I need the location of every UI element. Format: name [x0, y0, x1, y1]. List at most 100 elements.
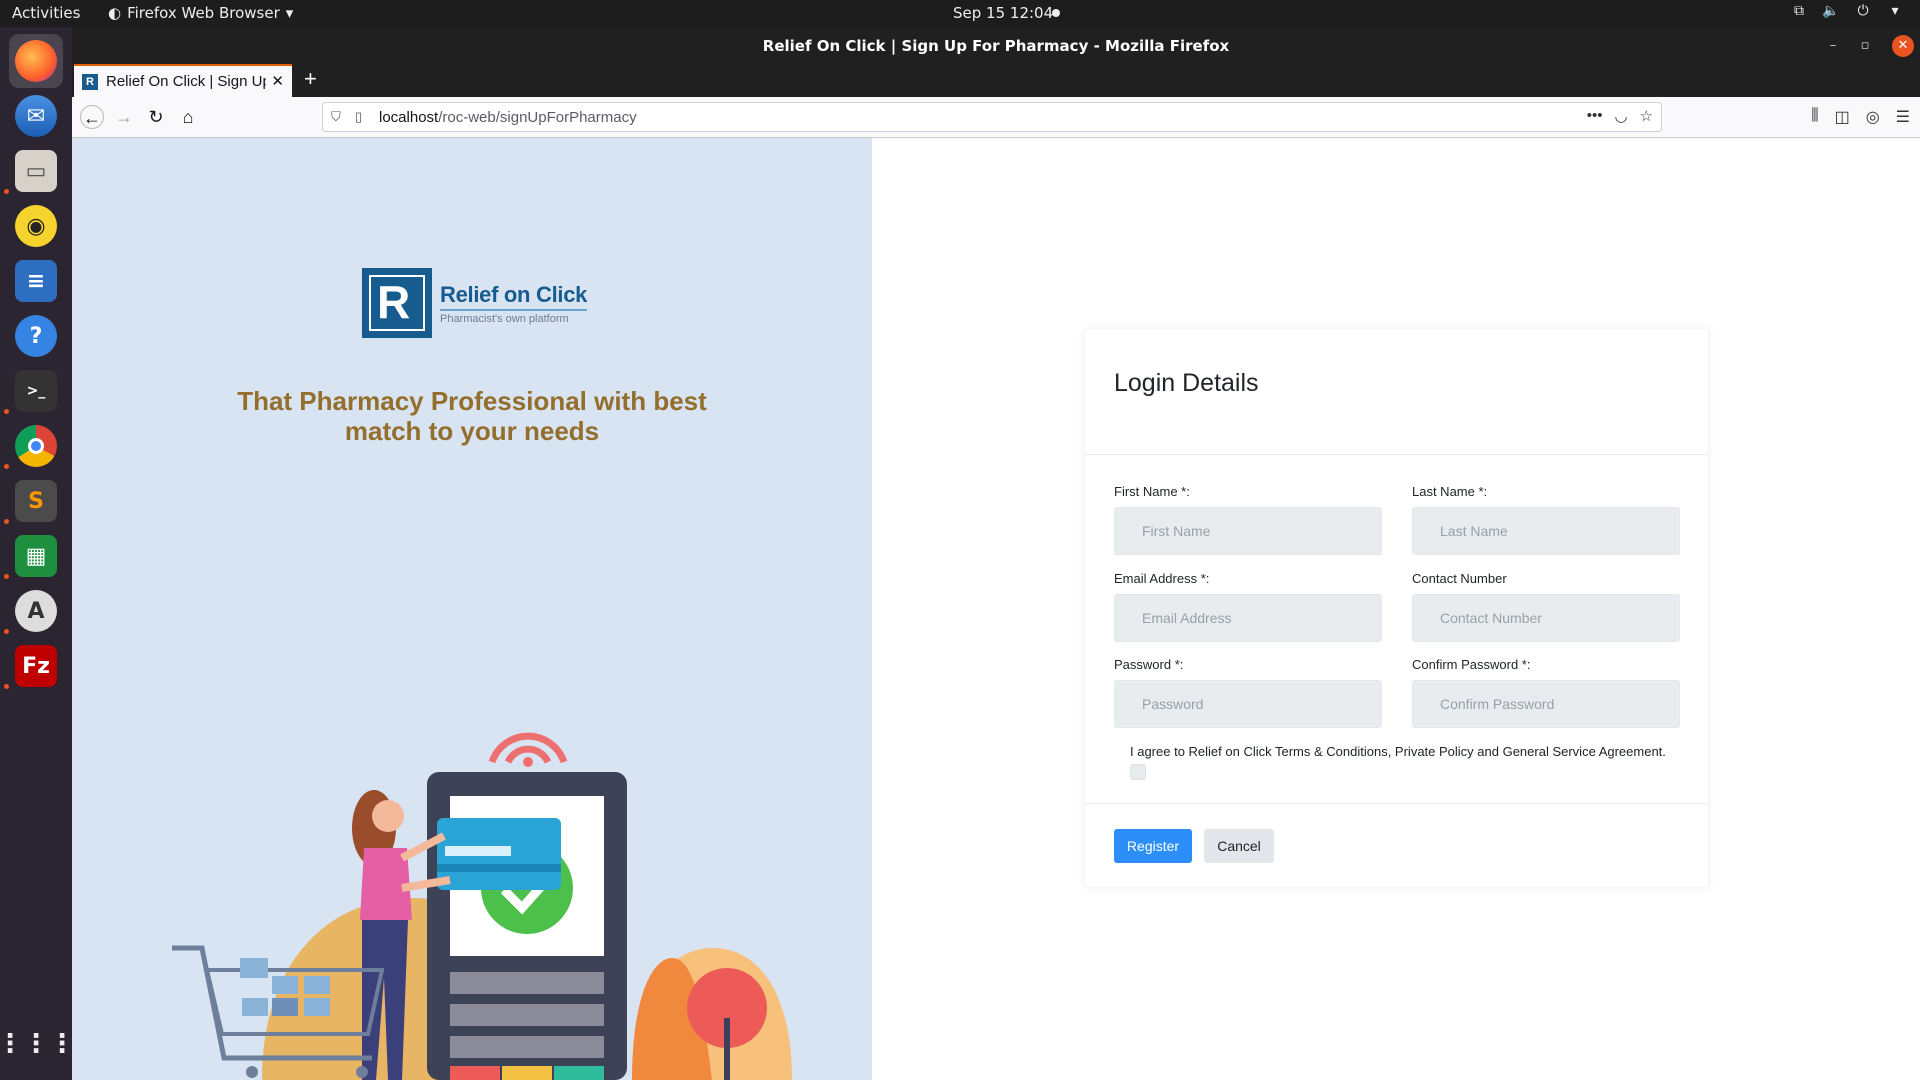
minimize-icon[interactable]: –: [1822, 35, 1844, 57]
window-title: Relief On Click | Sign Up For Pharmacy -…: [762, 37, 1230, 55]
gnome-top-bar: Activities ◐ Firefox Web Browser ▾ Sep 1…: [0, 0, 1920, 27]
dock-firefox[interactable]: [9, 34, 63, 88]
contact-input[interactable]: Contact Number: [1412, 594, 1680, 642]
system-tray[interactable]: ⧉ 🔈 ⏻ ▾: [1790, 3, 1904, 21]
dock-sublime[interactable]: S: [9, 474, 63, 528]
forward-icon[interactable]: →: [112, 105, 136, 129]
terminal-icon: >_: [15, 370, 57, 412]
activities-button[interactable]: Activities: [12, 4, 80, 22]
first-name-input[interactable]: First Name: [1114, 507, 1382, 555]
brand-logo: R Relief on Click Pharmacist's own platf…: [362, 268, 587, 338]
help-icon: ?: [15, 315, 57, 357]
notification-dot-icon: [1052, 9, 1060, 17]
reload-icon[interactable]: ↻: [144, 105, 168, 129]
network-icon: ⧉: [1794, 3, 1804, 19]
terms-text: I agree to Relief on Click Terms & Condi…: [1130, 744, 1666, 759]
back-icon[interactable]: ←: [80, 105, 104, 129]
last-name-group: Last Name *: Last Name: [1412, 484, 1680, 555]
url-text[interactable]: localhost/roc-web/signUpForPharmacy: [379, 109, 637, 126]
password-label: Password *:: [1114, 657, 1184, 672]
email-group: Email Address *: Email Address: [1114, 571, 1382, 642]
email-label: Email Address *:: [1114, 571, 1210, 586]
last-name-label: Last Name *:: [1412, 484, 1488, 499]
page-info-icon[interactable]: ▯: [355, 109, 362, 125]
rhythmbox-icon: ◉: [15, 205, 57, 247]
last-name-input[interactable]: Last Name: [1412, 507, 1680, 555]
close-window-icon[interactable]: ✕: [1892, 35, 1914, 57]
dock-calc[interactable]: ▦: [9, 529, 63, 583]
firefox-icon: [15, 40, 57, 82]
favicon-icon: R: [82, 73, 98, 90]
tab-active[interactable]: R Relief On Click | Sign Up For Pharmacy…: [74, 64, 292, 97]
new-tab-icon[interactable]: +: [304, 68, 317, 90]
url-host: localhost: [379, 109, 439, 126]
calc-icon: ▦: [15, 535, 57, 577]
page-content: R Relief on Click Pharmacist's own platf…: [72, 138, 1920, 1080]
app-menu[interactable]: ◐ Firefox Web Browser ▾: [108, 4, 293, 22]
dock-thunderbird[interactable]: ✉: [9, 89, 63, 143]
dock: ✉ ▭ ◉ ≡ ? >_ S ▦ A Fz ⋮⋮⋮: [0, 27, 75, 1080]
thunderbird-icon: ✉: [15, 95, 57, 137]
apps-grid-icon: ⋮⋮⋮: [0, 1029, 75, 1059]
chrome-icon: [15, 425, 57, 467]
hero-panel: R Relief on Click Pharmacist's own platf…: [72, 138, 872, 1080]
clock[interactable]: Sep 15 12:04: [953, 4, 1053, 22]
hero-tagline: That Pharmacy Professional with best mat…: [237, 386, 707, 446]
email-input[interactable]: Email Address: [1114, 594, 1382, 642]
form-heading: Login Details: [1114, 369, 1259, 397]
dock-rhythmbox[interactable]: ◉: [9, 199, 63, 253]
sidebar-icon[interactable]: ◫: [1835, 107, 1850, 127]
url-path: /roc-web/signUpForPharmacy: [438, 109, 637, 126]
dock-terminal[interactable]: >_: [9, 364, 63, 418]
more-actions-icon[interactable]: •••: [1587, 107, 1603, 125]
pocket-icon[interactable]: ◡: [1614, 107, 1627, 125]
dock-writer[interactable]: ≡: [9, 254, 63, 308]
logo-letter: R: [377, 276, 411, 328]
library-icon[interactable]: ⫼: [1811, 107, 1818, 127]
dock-files[interactable]: ▭: [9, 144, 63, 198]
writer-icon: ≡: [15, 260, 57, 302]
first-name-label: First Name *:: [1114, 484, 1190, 499]
account-icon[interactable]: ◎: [1866, 107, 1880, 127]
dock-help[interactable]: ?: [9, 309, 63, 363]
confirm-password-input[interactable]: Confirm Password: [1412, 680, 1680, 728]
dock-chrome[interactable]: [9, 419, 63, 473]
tab-bar: R Relief On Click | Sign Up For Pharmacy…: [72, 64, 1920, 97]
pharmacy-illustration: [172, 732, 792, 1080]
bookmark-star-icon[interactable]: ☆: [1640, 107, 1653, 125]
terms-checkbox[interactable]: [1130, 764, 1146, 780]
cancel-button[interactable]: Cancel: [1204, 829, 1274, 863]
brand-name: Relief on Click: [440, 282, 587, 311]
chevron-down-icon: ▾: [1891, 3, 1899, 19]
dock-software[interactable]: A: [9, 584, 63, 638]
contact-label: Contact Number: [1412, 571, 1507, 586]
firefox-small-icon: ◐: [108, 4, 122, 22]
menu-icon[interactable]: ☰: [1896, 107, 1910, 127]
dock-filezilla[interactable]: Fz: [9, 639, 63, 693]
first-name-group: First Name *: First Name: [1114, 484, 1382, 555]
dock-show-apps[interactable]: ⋮⋮⋮: [0, 1017, 75, 1071]
files-icon: ▭: [15, 150, 57, 192]
logo-mark-icon: R: [362, 268, 432, 338]
navigation-toolbar: ← → ↻ ⌂ ⛉ ▯ localhost/roc-web/signUpForP…: [72, 97, 1920, 138]
card-footer-divider: [1085, 803, 1708, 804]
password-input[interactable]: Password: [1114, 680, 1382, 728]
software-icon: A: [15, 590, 57, 632]
url-bar[interactable]: ⛉ ▯ localhost/roc-web/signUpForPharmacy …: [322, 102, 1662, 132]
home-icon[interactable]: ⌂: [176, 105, 200, 129]
brand-subtitle: Pharmacist's own platform: [440, 312, 569, 325]
signup-card: Login Details First Name *: First Name L…: [1084, 328, 1709, 888]
contact-group: Contact Number Contact Number: [1412, 571, 1680, 642]
register-button[interactable]: Register: [1114, 829, 1192, 863]
tab-title: Relief On Click | Sign Up For Pharmacy: [106, 73, 266, 90]
confirm-password-label: Confirm Password *:: [1412, 657, 1531, 672]
confirm-password-group: Confirm Password *: Confirm Password: [1412, 657, 1680, 728]
app-menu-label: Firefox Web Browser: [127, 4, 280, 22]
close-tab-icon[interactable]: ✕: [271, 72, 284, 90]
filezilla-icon: Fz: [15, 645, 57, 687]
sublime-icon: S: [15, 480, 57, 522]
shield-icon[interactable]: ⛉: [331, 109, 341, 125]
password-group: Password *: Password: [1114, 657, 1382, 728]
chevron-down-icon: ▾: [285, 4, 294, 22]
maximize-icon[interactable]: ▫: [1854, 35, 1876, 57]
